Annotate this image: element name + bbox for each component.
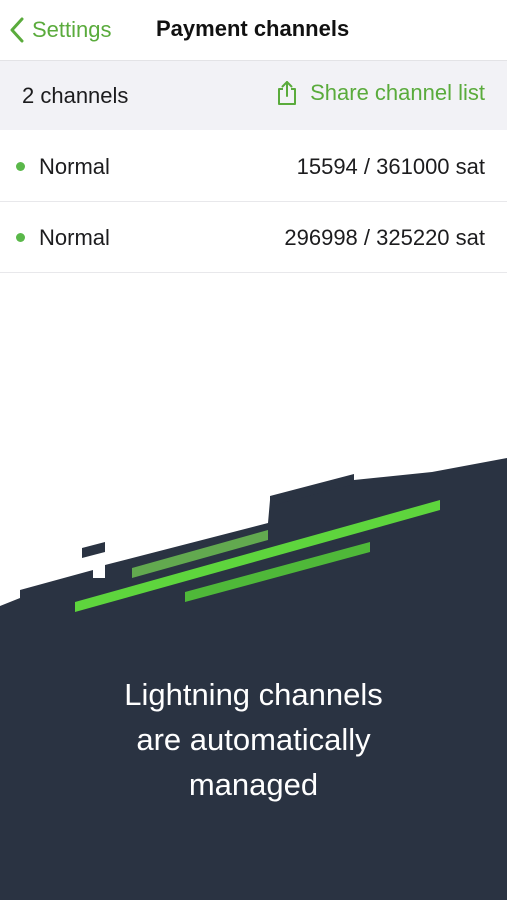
- status-dot-icon: [16, 233, 25, 242]
- channel-balance: 296998 / 325220 sat: [284, 225, 485, 250]
- channel-count: 2 channels: [22, 83, 129, 108]
- promo-message: Lightning channels are automatically man…: [0, 672, 507, 807]
- promo-line: are automatically: [136, 722, 371, 757]
- promo-line: managed: [188, 767, 319, 802]
- share-channel-list-button[interactable]: Share channel list: [276, 80, 485, 106]
- channel-status: Normal: [39, 225, 110, 250]
- share-label: Share channel list: [310, 80, 485, 105]
- channel-row[interactable]: Normal 15594 / 361000 sat: [0, 131, 507, 202]
- chevron-left-icon: [10, 17, 24, 43]
- share-icon: [276, 80, 310, 106]
- dark-bar: [82, 542, 105, 558]
- channel-row[interactable]: Normal 296998 / 325220 sat: [0, 202, 507, 273]
- channel-status: Normal: [39, 154, 110, 179]
- channels-summary-bar: 2 channels Share channel list: [0, 61, 507, 130]
- back-button[interactable]: Settings: [10, 14, 112, 46]
- page-title: Payment channels: [156, 16, 350, 41]
- navigation-bar: Settings Payment channels: [0, 0, 507, 61]
- promo-line: Lightning channels: [124, 677, 383, 712]
- status-dot-icon: [16, 162, 25, 171]
- back-label: Settings: [32, 17, 112, 42]
- channel-balance: 15594 / 361000 sat: [296, 154, 485, 179]
- lightning-illustration: [0, 440, 507, 900]
